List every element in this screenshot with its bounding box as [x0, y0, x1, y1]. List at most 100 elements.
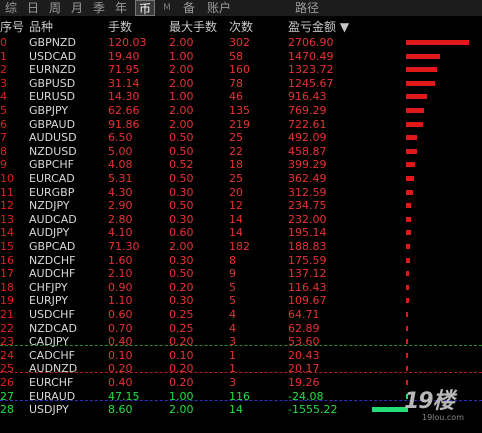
- row-pnl: 312.59: [288, 185, 327, 199]
- row-max-lots: 0.52: [169, 158, 194, 172]
- tab-m[interactable]: M: [160, 0, 174, 16]
- row-symbol: USDJPY: [29, 403, 69, 417]
- row-pnl: 20.43: [288, 348, 320, 362]
- tab-month[interactable]: 月: [68, 0, 86, 16]
- tab-path[interactable]: 路径: [292, 0, 322, 16]
- table-row[interactable]: 10 EURCAD 5.31 0.50 25 362.49: [0, 172, 482, 185]
- table-row[interactable]: 18 CHFJPY 0.90 0.20 5 116.43: [0, 281, 482, 294]
- row-count: 78: [229, 76, 243, 90]
- row-count: 58: [229, 49, 243, 63]
- header-pnl-sort[interactable]: 盈亏金额 ▼: [288, 18, 349, 36]
- table-header: 序号 品种 手数 最大手数 次数 盈亏金额 ▼: [0, 18, 482, 36]
- row-max-lots: 0.20: [169, 376, 194, 389]
- table-row[interactable]: 17 AUDCHF 2.10 0.50 9 137.12: [0, 267, 482, 280]
- table-row[interactable]: 0 GBPNZD 120.03 2.00 302 2706.90: [0, 36, 482, 49]
- table-row[interactable]: 19 EURJPY 1.10 0.30 5 109.67: [0, 294, 482, 307]
- table-row[interactable]: 11 EURGBP 4.30 0.30 20 312.59: [0, 186, 482, 199]
- row-pnl: 1470.49: [288, 49, 334, 63]
- row-pnl: 20.17: [288, 362, 320, 376]
- tab-notes[interactable]: 备: [180, 0, 198, 16]
- table-row[interactable]: 2 EURNZD 71.95 2.00 160 1323.72: [0, 63, 482, 76]
- tab-quarter[interactable]: 季: [90, 0, 108, 16]
- tab-account[interactable]: 账户: [204, 0, 234, 16]
- header-symbol[interactable]: 品种: [29, 18, 53, 36]
- row-index: 24: [0, 348, 14, 362]
- row-index: 15: [0, 240, 14, 253]
- table-row[interactable]: 5 GBPJPY 62.66 2.00 135 769.29: [0, 104, 482, 117]
- row-index: 23: [0, 335, 14, 349]
- row-lots: 31.14: [108, 76, 140, 90]
- table-row[interactable]: 1 USDCAD 19.40 1.00 58 1470.49: [0, 50, 482, 63]
- row-pnl: 137.12: [288, 267, 327, 281]
- row-count: 3: [229, 335, 236, 349]
- table-row[interactable]: 24 CADCHF 0.10 0.10 1 20.43: [0, 349, 482, 362]
- row-lots: 1.60: [108, 253, 133, 267]
- row-symbol: USDCHF: [29, 308, 75, 321]
- row-pnl: -1555.22: [288, 403, 338, 417]
- table-row[interactable]: 13 AUDCAD 2.80 0.30 14 232.00: [0, 213, 482, 226]
- row-index: 18: [0, 280, 14, 294]
- row-count: 135: [229, 104, 250, 117]
- row-count: 12: [229, 199, 243, 213]
- row-symbol: EURUSD: [29, 90, 76, 104]
- table-row[interactable]: 22 NZDCAD 0.70 0.25 4 62.89: [0, 322, 482, 335]
- row-index: 11: [0, 185, 14, 199]
- row-symbol: AUDCAD: [29, 212, 77, 226]
- row-symbol: AUDCHF: [29, 267, 76, 281]
- watermark-logo: 19楼 19lou.com: [404, 383, 476, 425]
- table-row[interactable]: 14 AUDJPY 4.10 0.60 14 195.14: [0, 226, 482, 239]
- table-row[interactable]: 9 GBPCHF 4.08 0.52 18 399.29: [0, 158, 482, 171]
- pnl-bar: [406, 244, 410, 249]
- row-count: 219: [229, 117, 250, 131]
- table-row[interactable]: 6 GBPAUD 91.86 2.00 219 722.61: [0, 118, 482, 131]
- tab-currency[interactable]: 币: [135, 0, 155, 16]
- pnl-bar: [406, 135, 417, 141]
- row-count: 14: [229, 226, 243, 240]
- row-index: 17: [0, 267, 14, 281]
- table-row[interactable]: 3 GBPUSD 31.14 2.00 78 1245.67: [0, 77, 482, 90]
- tab-composite[interactable]: 综: [2, 0, 20, 16]
- row-max-lots: 2.00: [169, 104, 194, 117]
- header-lots[interactable]: 手数: [108, 18, 132, 36]
- row-symbol: EURNZD: [29, 63, 76, 77]
- row-max-lots: 2.00: [169, 63, 194, 77]
- table-row[interactable]: 12 NZDJPY 2.90 0.50 12 234.75: [0, 199, 482, 212]
- row-lots: 14.30: [108, 90, 140, 104]
- row-lots: 4.30: [108, 185, 133, 199]
- row-max-lots: 0.20: [169, 335, 194, 349]
- header-count[interactable]: 次数: [229, 18, 253, 36]
- table-row[interactable]: 16 NZDCHF 1.60 0.30 8 175.59: [0, 254, 482, 267]
- row-lots: 0.40: [108, 335, 133, 349]
- row-count: 5: [229, 280, 236, 294]
- row-index: 12: [0, 199, 14, 213]
- row-pnl: 109.67: [288, 294, 327, 308]
- table-row[interactable]: 4 EURUSD 14.30 1.00 46 916.43: [0, 90, 482, 103]
- row-pnl: 19.26: [288, 376, 320, 389]
- table-row[interactable]: 21 USDCHF 0.60 0.25 4 64.71: [0, 308, 482, 321]
- row-count: 14: [229, 212, 243, 226]
- header-max-lots[interactable]: 最大手数: [169, 18, 217, 36]
- table-row[interactable]: 15 GBPCAD 71.30 2.00 182 188.83: [0, 240, 482, 253]
- row-pnl: 458.87: [288, 144, 327, 158]
- pnl-bar: [406, 203, 411, 209]
- pnl-bar: [406, 271, 409, 277]
- row-count: 4: [229, 321, 236, 335]
- table-row[interactable]: 23 CADJPY 0.40 0.20 3 53.60: [0, 335, 482, 348]
- row-lots: 1.10: [108, 294, 133, 308]
- row-lots: 71.30: [108, 240, 140, 253]
- row-pnl: 1323.72: [288, 63, 334, 77]
- tab-week[interactable]: 周: [46, 0, 64, 16]
- table-row[interactable]: 8 NZDUSD 5.00 0.50 22 458.87: [0, 145, 482, 158]
- table-row[interactable]: 25 AUDNZD 0.20 0.20 1 20.17: [0, 362, 482, 375]
- row-lots: 2.90: [108, 199, 133, 213]
- table-row[interactable]: 7 AUDUSD 6.50 0.50 25 492.09: [0, 131, 482, 144]
- header-index[interactable]: 序号: [0, 18, 24, 36]
- pnl-bar: [406, 189, 413, 195]
- pnl-bar: [372, 407, 408, 413]
- row-index: 2: [0, 63, 7, 77]
- row-count: 8: [229, 253, 236, 267]
- tab-day[interactable]: 日: [24, 0, 42, 16]
- pnl-bar: [406, 216, 411, 222]
- pnl-bar: [406, 352, 408, 358]
- tab-year[interactable]: 年: [112, 0, 130, 16]
